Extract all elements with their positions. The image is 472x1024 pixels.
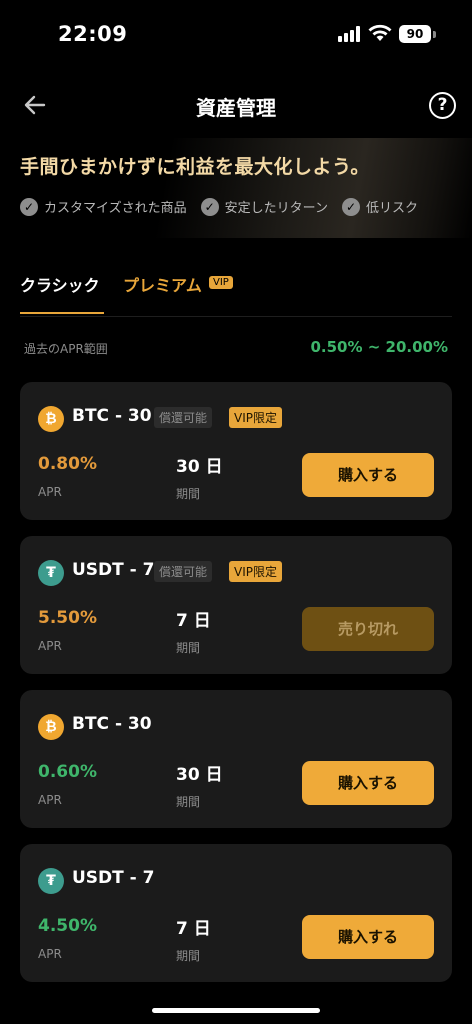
product-card[interactable]: ₿ BTC - 30 償還可能 VIP限定 0.80% APR 30 日 期間 … [20,382,452,520]
page-title: 資産管理 [196,96,276,120]
term-value: 30 日 [176,765,223,785]
apr-range-label: 過去のAPR範囲 [24,342,108,356]
apr-label: APR [38,947,62,961]
home-indicator[interactable] [152,1008,320,1013]
tether-icon: ₮ [38,560,64,586]
active-tab-indicator [20,312,104,314]
apr-range-row: 過去のAPR範囲 0.50% ~ 20.00% [24,338,448,360]
term-value: 30 日 [176,457,223,477]
product-card[interactable]: ₮ USDT - 7 4.50% APR 7 日 期間 購入する [20,844,452,982]
wifi-icon [368,24,392,41]
battery-icon: 90 [399,25,431,43]
term-label: 期間 [176,641,201,655]
feature-item: ✓ 低リスク [341,197,418,216]
vip-only-tag: VIP限定 [229,407,282,428]
product-card[interactable]: ₮ USDT - 7 償還可能 VIP限定 5.50% APR 7 日 期間 売… [20,536,452,674]
bitcoin-icon: ₿ [38,406,64,432]
apr-value: 5.50% [38,608,97,628]
buy-button[interactable]: 購入する [302,915,434,959]
tab-classic[interactable]: クラシック [20,272,100,296]
product-title: BTC - 30 [72,714,152,734]
feature-list: ✓ カスタマイズされた商品 ✓ 安定したリターン ✓ 低リスク [20,197,432,216]
feature-label: 安定したリターン [224,201,328,216]
tab-premium[interactable]: プレミアム [123,272,202,296]
check-icon: ✓ [341,197,360,216]
feature-item: ✓ カスタマイズされた商品 [20,197,187,216]
status-time: 22:09 [58,22,128,46]
apr-label: APR [38,639,62,653]
battery-tip [433,31,436,38]
help-icon[interactable]: ? [429,92,456,119]
apr-value: 0.80% [38,454,97,474]
status-bar: 22:09 90 [0,0,472,70]
product-title: USDT - 7 [72,868,155,888]
term-value: 7 日 [176,919,211,939]
term-value: 7 日 [176,611,211,631]
sold-out-button[interactable]: 売り切れ [302,607,434,651]
feature-label: カスタマイズされた商品 [44,201,187,216]
apr-label: APR [38,485,62,499]
term-label: 期間 [176,949,201,963]
term-label: 期間 [176,795,201,809]
nav-bar: 資産管理 ? [0,80,472,130]
apr-range-value: 0.50% ~ 20.00% [310,338,448,356]
cellular-signal-icon [338,26,364,42]
term-label: 期間 [176,487,201,501]
apr-value: 4.50% [38,916,97,936]
check-icon: ✓ [20,197,38,216]
product-card[interactable]: ₿ BTC - 30 0.60% APR 30 日 期間 購入する [20,690,452,828]
buy-button[interactable]: 購入する [302,453,434,497]
redeemable-tag: 償還可能 [154,407,213,428]
apr-label: APR [38,793,62,807]
vip-only-tag: VIP限定 [229,561,282,582]
product-title: BTC - 30 [72,406,152,426]
bitcoin-icon: ₿ [38,714,64,740]
apr-value: 0.60% [38,762,97,782]
vip-badge: VIP [209,276,233,289]
check-icon: ✓ [200,197,219,216]
tether-icon: ₮ [38,868,64,894]
redeemable-tag: 償還可能 [154,561,213,582]
product-title: USDT - 7 [72,560,155,580]
divider [20,316,452,317]
hero-headline: 手間ひまかけずに利益を最大化しよう。 [20,156,370,178]
feature-label: 低リスク [365,201,418,216]
buy-button[interactable]: 購入する [302,761,434,805]
tab-bar: クラシック プレミアム VIP [20,272,452,316]
feature-item: ✓ 安定したリターン [200,197,328,216]
